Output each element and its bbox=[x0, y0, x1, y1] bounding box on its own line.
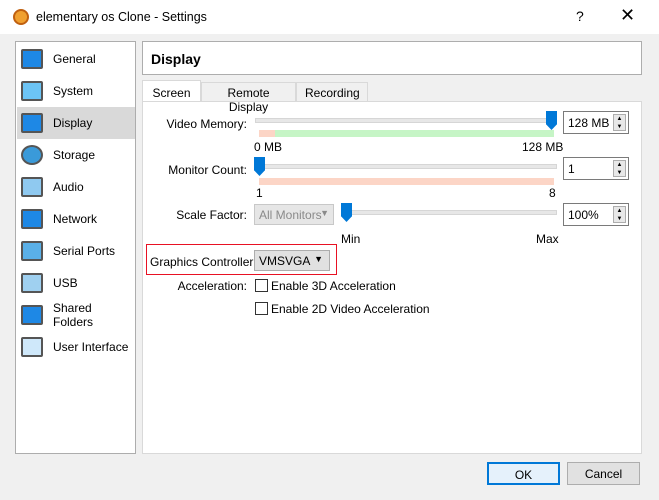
sidebar-item-audio[interactable]: Audio bbox=[17, 171, 135, 203]
chevron-down-icon: ▼ bbox=[314, 254, 323, 264]
sidebar-item-user-interface[interactable]: User Interface bbox=[17, 331, 135, 363]
page-title: Display bbox=[151, 51, 201, 67]
scale-monitor-select[interactable]: All Monitors ▼ bbox=[254, 204, 334, 225]
sidebar-item-label: Display bbox=[53, 116, 93, 130]
section-header: Display bbox=[142, 41, 642, 75]
sidebar-item-label: General bbox=[53, 52, 96, 66]
acceleration-label: Acceleration: bbox=[177, 279, 247, 293]
enable-2d-checkbox[interactable] bbox=[255, 302, 268, 315]
monitor-icon bbox=[21, 49, 43, 69]
window-title: elementary os Clone - Settings bbox=[36, 10, 207, 24]
enable-3d-label[interactable]: Enable 3D Acceleration bbox=[271, 279, 396, 293]
cancel-button[interactable]: Cancel bbox=[567, 462, 640, 485]
sidebar-item-label: Storage bbox=[53, 148, 96, 162]
sidebar-item-label: Network bbox=[53, 212, 98, 226]
sidebar-item-shared-folders[interactable]: Shared Folders bbox=[17, 299, 135, 331]
folder-icon bbox=[21, 305, 43, 325]
sidebar: General System Display Storage Audio Net… bbox=[15, 41, 136, 454]
scale-factor-label: Scale Factor: bbox=[176, 208, 247, 222]
tab-screen[interactable]: Screen bbox=[142, 80, 201, 101]
network-icon bbox=[21, 209, 43, 229]
scale-factor-value: 100% bbox=[568, 208, 599, 222]
serial-port-icon bbox=[21, 241, 43, 261]
enable-2d-label[interactable]: Enable 2D Video Acceleration bbox=[271, 302, 430, 316]
chevron-down-icon: ▼ bbox=[320, 208, 329, 218]
enable-3d-checkbox[interactable] bbox=[255, 279, 268, 292]
graphics-controller-value: VMSVGA bbox=[259, 254, 311, 268]
sidebar-item-display[interactable]: Display bbox=[17, 107, 135, 139]
speaker-icon bbox=[21, 177, 43, 197]
sidebar-item-storage[interactable]: Storage bbox=[17, 139, 135, 171]
monitor-count-label: Monitor Count: bbox=[168, 163, 247, 177]
chip-icon bbox=[21, 81, 43, 101]
monitor-count-slider[interactable] bbox=[257, 164, 557, 169]
video-memory-value: 128 MB bbox=[568, 116, 610, 130]
tab-recording[interactable]: Recording bbox=[296, 82, 368, 102]
monitor-count-min-label: 1 bbox=[256, 186, 263, 200]
monitor-count-value: 1 bbox=[568, 162, 575, 176]
spin-arrows-icon[interactable]: ▲ ▼ bbox=[613, 206, 626, 223]
video-memory-slider[interactable] bbox=[255, 118, 557, 123]
graphics-controller-select[interactable]: VMSVGA ▼ bbox=[254, 250, 330, 271]
help-button[interactable]: ? bbox=[576, 8, 584, 24]
sidebar-item-network[interactable]: Network bbox=[17, 203, 135, 235]
sidebar-item-label: User Interface bbox=[53, 340, 129, 354]
scale-factor-slider[interactable] bbox=[346, 210, 557, 215]
sidebar-item-general[interactable]: General bbox=[17, 43, 135, 75]
video-memory-bar-green bbox=[275, 130, 554, 137]
monitor-count-max-label: 8 bbox=[549, 186, 556, 200]
sidebar-item-label: Shared Folders bbox=[52, 301, 93, 329]
disk-icon bbox=[21, 145, 43, 165]
video-memory-min-label: 0 MB bbox=[254, 140, 283, 154]
graphics-controller-label: Graphics Controller: bbox=[150, 255, 257, 269]
scale-factor-max-label: Max bbox=[536, 232, 559, 246]
sidebar-item-label: Serial Ports bbox=[53, 244, 116, 258]
tab-remote-display[interactable]: Remote Display bbox=[201, 82, 296, 114]
sidebar-item-serial-ports[interactable]: Serial Ports bbox=[17, 235, 135, 267]
monitor-count-bar bbox=[259, 178, 554, 185]
title-bar: elementary os Clone - Settings ? ✕ bbox=[0, 0, 659, 34]
scale-monitor-value: All Monitors bbox=[259, 208, 322, 222]
window-icon bbox=[21, 337, 43, 357]
close-button[interactable]: ✕ bbox=[620, 5, 635, 26]
display-icon bbox=[21, 113, 43, 133]
scale-factor-min-label: Min bbox=[341, 232, 361, 246]
sidebar-item-label: Audio bbox=[53, 180, 84, 194]
usb-icon bbox=[21, 273, 43, 293]
sidebar-item-system[interactable]: System bbox=[17, 75, 135, 107]
app-icon bbox=[13, 9, 29, 25]
scale-factor-spinbox[interactable]: 100% ▲ ▼ bbox=[563, 203, 629, 226]
spin-arrows-icon[interactable]: ▲ ▼ bbox=[613, 114, 626, 131]
ok-button[interactable]: OK bbox=[487, 462, 560, 485]
spin-arrows-icon[interactable]: ▲ ▼ bbox=[613, 160, 626, 177]
monitor-count-spinbox[interactable]: 1 ▲ ▼ bbox=[563, 157, 629, 180]
video-memory-max-label: 128 MB bbox=[522, 140, 564, 154]
sidebar-item-label: System bbox=[53, 84, 94, 98]
sidebar-item-label: USB bbox=[53, 276, 78, 290]
sidebar-item-usb[interactable]: USB bbox=[17, 267, 135, 299]
video-memory-label: Video Memory: bbox=[166, 117, 247, 131]
tab-panel-screen bbox=[142, 101, 642, 454]
video-memory-spinbox[interactable]: 128 MB ▲ ▼ bbox=[563, 111, 629, 134]
video-memory-bar-red bbox=[259, 130, 275, 137]
